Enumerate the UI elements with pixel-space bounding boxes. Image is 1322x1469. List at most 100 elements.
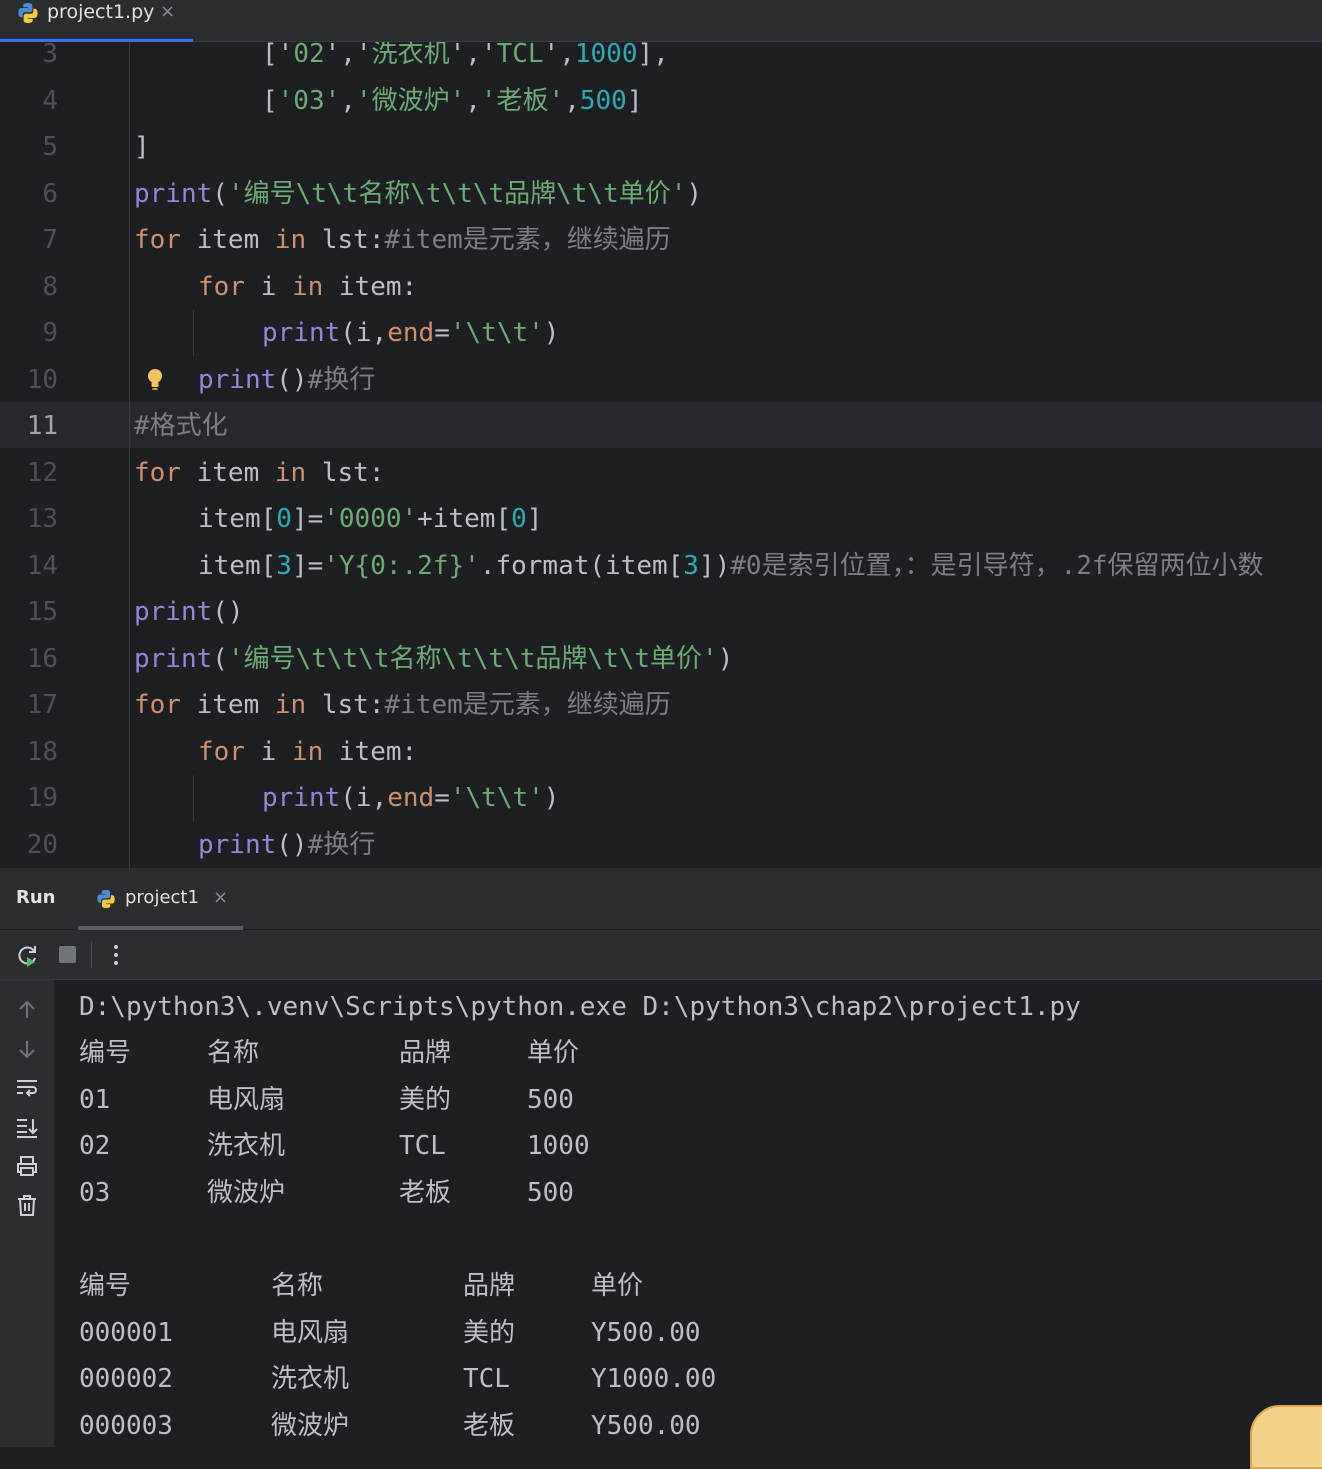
output-header-cell: 品牌	[463, 1271, 516, 1301]
line-number: 13	[26, 504, 58, 534]
code-token: for	[198, 271, 245, 302]
code-line[interactable]: 17 for item in lst:#item是元素，继续遍历	[0, 682, 1322, 728]
code-line[interactable]: 11 #格式化	[0, 403, 1322, 449]
code-text: item[3]='Y{0:.2f}'.format(item[3])#0是索引位…	[198, 543, 1264, 589]
code-token: ]	[526, 504, 543, 534]
code-token: #换行	[307, 364, 376, 395]
line-number: 12	[26, 457, 58, 488]
code-line[interactable]: 8 for i in item:	[0, 264, 1322, 310]
code-line[interactable]: 5]	[0, 124, 1322, 170]
scroll-up-icon[interactable]	[15, 998, 39, 1022]
scroll-down-icon[interactable]	[15, 1037, 39, 1061]
output-cell: 洗衣机	[271, 1364, 350, 1394]
code-token: '编号\t\t\t名称\t\t\t品牌\t\t单价'	[227, 643, 718, 674]
close-icon[interactable]: ×	[160, 0, 175, 24]
code-token: (i,	[340, 783, 388, 813]
code-token: .format(item[	[479, 550, 684, 581]
run-console-output[interactable]: D:\python3\.venv\Scripts\python.exe D:\p…	[54, 980, 1322, 1447]
output-cell: 02	[79, 1131, 111, 1161]
line-number: 16	[26, 643, 58, 674]
output-cell: 微波炉	[207, 1177, 286, 1208]
code-token: item	[180, 690, 275, 720]
code-text: for i in item:	[198, 264, 417, 310]
output-cell: 000003	[79, 1410, 173, 1441]
code-token: 洗衣机	[371, 42, 450, 69]
code-token: (	[212, 643, 228, 674]
code-token: lst:	[306, 225, 385, 255]
editor-tab-project1[interactable]: project1.py ×	[0, 0, 193, 43]
clear-icon[interactable]	[15, 1193, 39, 1217]
code-line[interactable]: 9 print(i,end='\t\t')	[0, 310, 1322, 356]
code-token: 0	[276, 504, 292, 534]
code-line[interactable]: 18 for i in item:	[0, 729, 1322, 775]
output-cell: 微波炉	[271, 1410, 350, 1441]
console-side-toolbar	[0, 980, 54, 1447]
code-token: item[	[198, 550, 277, 581]
line-number: 9	[42, 318, 58, 348]
code-token: ',	[543, 42, 575, 69]
output-header-cell: 名称	[271, 1271, 324, 1301]
code-token: i	[244, 271, 292, 302]
code-token: print	[134, 643, 213, 674]
code-token: 500	[579, 85, 627, 116]
code-token: end	[387, 783, 435, 813]
close-icon[interactable]: ×	[213, 887, 228, 908]
code-editor[interactable]: 3 ['02','洗衣机','TCL',1000], 4 ['03','微波炉','老…	[0, 42, 1322, 868]
intention-bulb-icon[interactable]	[145, 367, 165, 391]
code-token: print	[198, 829, 277, 860]
toolbar-separator	[91, 942, 92, 968]
code-line[interactable]: 4 ['03','微波炉','老板',500]	[0, 78, 1322, 124]
print-icon[interactable]	[15, 1154, 39, 1178]
code-text: print('编号\t\t名称\t\t\t品牌\t\t单价')	[134, 171, 702, 217]
code-token: i	[244, 736, 292, 767]
run-toolbar	[0, 930, 1322, 980]
output-cell: 1000	[527, 1131, 590, 1161]
code-token: 02	[293, 42, 325, 69]
code-line[interactable]: 20 print()#换行	[0, 822, 1322, 868]
more-icon[interactable]	[106, 943, 126, 967]
line-number: 3	[42, 42, 58, 69]
code-line[interactable]: 3 ['02','洗衣机','TCL',1000],	[0, 42, 1322, 77]
code-token: item	[180, 457, 275, 488]
run-title: Run	[16, 887, 56, 908]
code-token: lst:	[306, 690, 385, 720]
output-header-cell: 编号	[79, 1271, 132, 1301]
code-line[interactable]: 10 print()#换行	[0, 357, 1322, 403]
code-token: ()	[212, 597, 244, 627]
output-cell: 电风扇	[271, 1317, 350, 1348]
code-line[interactable]: 12 for item in lst:	[0, 450, 1322, 496]
output-cell: 美的	[399, 1084, 452, 1115]
code-line[interactable]: 14 item[3]='Y{0:.2f}'.format(item[3])#0是索…	[0, 543, 1322, 589]
code-token: )	[543, 783, 560, 813]
code-token: for	[134, 457, 181, 488]
code-line[interactable]: 7 for item in lst:#item是元素，继续遍历	[0, 217, 1322, 263]
code-line[interactable]: 13 item[0]='0000'+item[0]	[0, 496, 1322, 542]
code-token: ],	[637, 42, 669, 69]
code-text: ['02','洗衣机','TCL',1000],	[262, 42, 669, 77]
code-text: for item in lst:#item是元素，继续遍历	[134, 682, 671, 728]
output-cell: 洗衣机	[207, 1131, 286, 1161]
code-line[interactable]: 19 print(i,end='\t\t')	[0, 775, 1322, 821]
code-token: for	[134, 690, 181, 720]
code-line[interactable]: 6 print('编号\t\t名称\t\t\t品牌\t\t单价')	[0, 171, 1322, 217]
code-line[interactable]: 16 print('编号\t\t\t名称\t\t\t品牌\t\t单价')	[0, 636, 1322, 682]
python-file-icon	[97, 889, 115, 909]
code-token: ]	[626, 85, 643, 116]
code-token: '老板'	[480, 85, 565, 116]
output-cell: 500	[527, 1177, 574, 1208]
run-tab-project1[interactable]: project1 ×	[78, 868, 243, 930]
code-text: ]	[134, 124, 150, 170]
line-number: 15	[26, 597, 58, 627]
code-token: +item[	[417, 504, 512, 534]
output-cell: 000001	[79, 1317, 173, 1348]
code-text: for item in lst:	[134, 450, 384, 496]
code-token: [	[262, 85, 278, 116]
code-line[interactable]: 15 print()	[0, 589, 1322, 635]
stop-icon[interactable]	[57, 943, 79, 965]
rerun-icon[interactable]	[16, 943, 40, 967]
code-token: 3	[276, 550, 292, 581]
code-text: print()#换行	[198, 357, 375, 403]
soft-wrap-icon[interactable]	[15, 1076, 39, 1100]
code-token: 1000	[574, 42, 638, 69]
scroll-to-end-icon[interactable]	[15, 1115, 39, 1139]
